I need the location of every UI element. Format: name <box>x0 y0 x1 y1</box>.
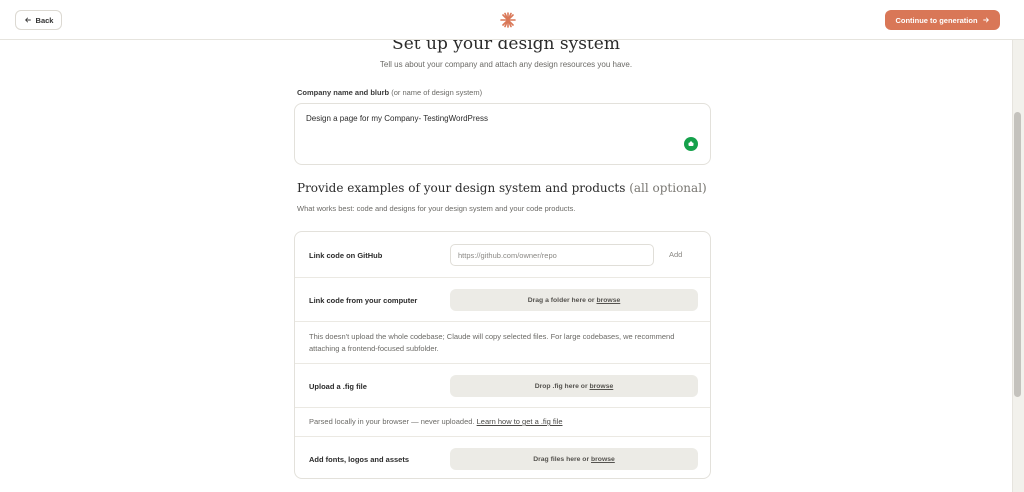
claude-logo-icon <box>500 12 516 28</box>
company-label-hint: (or name of design system) <box>391 88 483 97</box>
folder-dropzone-text: Drag a folder here or <box>527 296 595 304</box>
fig-help-link[interactable]: Learn how to get a .fig file <box>477 417 563 426</box>
fig-note-text: Parsed locally in your browser — never u… <box>309 417 475 426</box>
grammarly-icon[interactable] <box>684 137 698 151</box>
folder-dropzone[interactable]: Drag a folder here or browse <box>450 289 698 311</box>
continue-button-label: Continue to generation <box>895 15 978 25</box>
fig-dropzone[interactable]: Drop .fig here or browse <box>450 375 698 397</box>
back-button-label: Back <box>35 15 54 25</box>
assets-dropzone-text: Drag files here or <box>533 455 590 463</box>
local-code-row-label: Link code from your computer <box>309 296 418 305</box>
arrow-right-icon <box>982 17 989 23</box>
examples-title-hint: (all optional) <box>629 181 707 195</box>
examples-title-text: Provide examples of your design system a… <box>297 181 626 195</box>
fig-row-label: Upload a .fig file <box>309 382 367 391</box>
fig-note: Parsed locally in your browser — never u… <box>309 416 689 428</box>
fig-note-row: Parsed locally in your browser — never u… <box>295 407 710 436</box>
github-url-input[interactable] <box>450 244 654 266</box>
assets-row: Add fonts, logos and assets Drag files h… <box>295 436 710 478</box>
folder-browse-link[interactable]: browse <box>596 297 620 304</box>
resources-card: Link code on GitHub Add Link code from y… <box>294 231 711 479</box>
assets-row-label: Add fonts, logos and assets <box>309 455 410 464</box>
github-add-button[interactable]: Add <box>669 250 682 259</box>
assets-dropzone[interactable]: Drag files here or browse <box>450 448 698 470</box>
continue-to-generation-button[interactable]: Continue to generation <box>885 10 1000 30</box>
company-textarea-value: Design a page for my Company- TestingWor… <box>306 114 489 123</box>
local-code-row: Link code from your computer Drag a fold… <box>295 277 710 321</box>
assets-browse-link[interactable]: browse <box>591 456 615 463</box>
company-label-text: Company name and blurb <box>297 88 390 97</box>
examples-section-title: Provide examples of your design system a… <box>297 181 707 195</box>
main-content: Set up your design system Tell us about … <box>0 40 1012 492</box>
company-field-label: Company name and blurb (or name of desig… <box>297 88 482 97</box>
fig-browse-link[interactable]: browse <box>589 383 613 390</box>
arrow-left-icon <box>24 17 31 23</box>
top-bar: Back Continue to generation <box>0 0 1024 40</box>
page-title: Set up your design system <box>392 40 620 54</box>
fig-dropzone-text: Drop .fig here or <box>534 382 588 390</box>
github-row-label: Link code on GitHub <box>309 251 383 260</box>
github-row: Link code on GitHub Add <box>295 232 710 277</box>
examples-section-subtitle: What works best: code and designs for yo… <box>297 204 576 213</box>
fig-row: Upload a .fig file Drop .fig here or bro… <box>295 363 710 407</box>
back-button[interactable]: Back <box>15 10 62 30</box>
page-subtitle: Tell us about your company and attach an… <box>379 60 633 69</box>
local-code-note: This doesn't upload the whole codebase; … <box>309 332 675 353</box>
scrollbar-thumb[interactable] <box>1014 112 1021 397</box>
local-code-note-row: This doesn't upload the whole codebase; … <box>295 321 710 363</box>
company-textarea[interactable]: Design a page for my Company- TestingWor… <box>294 103 711 165</box>
